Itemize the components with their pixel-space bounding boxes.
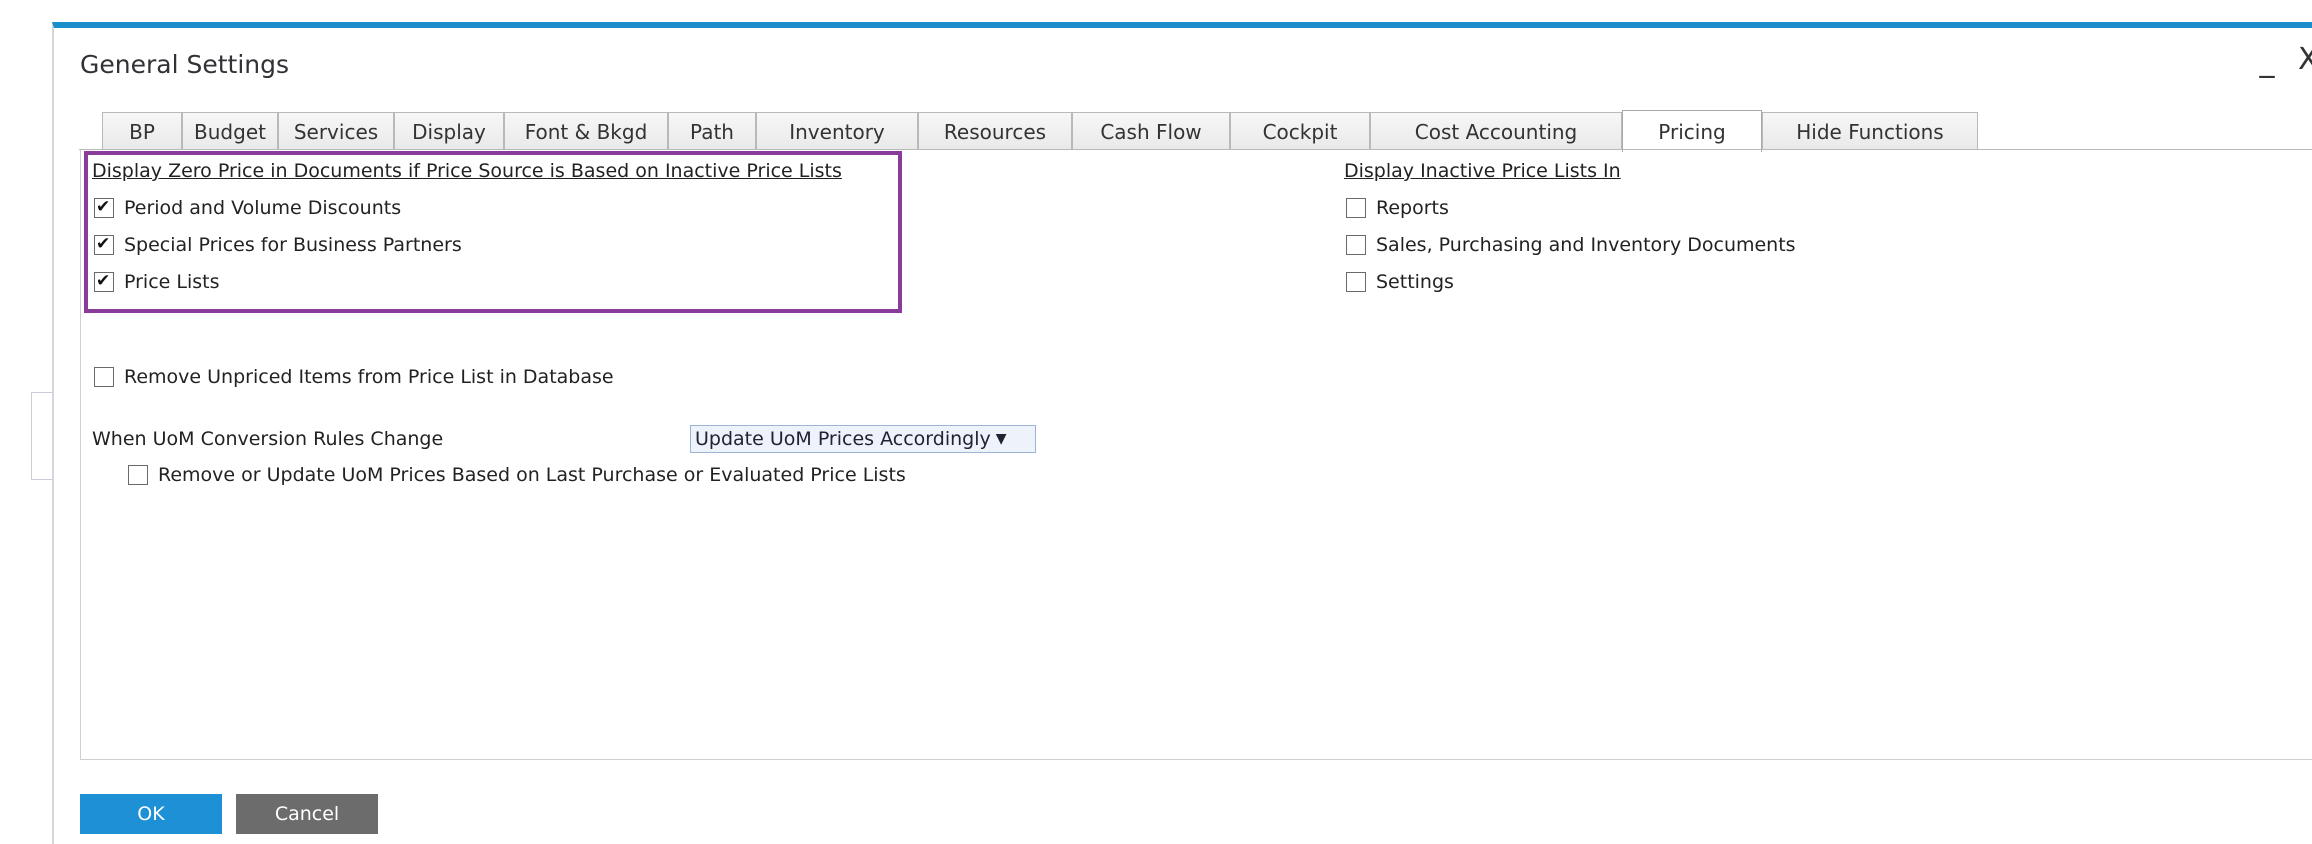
- dropdown-arrow-icon: ▼: [995, 431, 1007, 447]
- checkbox-unchecked[interactable]: [94, 367, 114, 387]
- checkbox-label: Remove or Update UoM Prices Based on Las…: [158, 464, 906, 486]
- tab-pricing[interactable]: Pricing: [1622, 110, 1762, 152]
- uom-rules-dropdown[interactable]: Update UoM Prices Accordingly ▼: [690, 425, 1036, 453]
- tab-bp[interactable]: BP: [102, 112, 182, 150]
- period-volume-discounts-checkbox[interactable]: Period and Volume Discounts: [94, 197, 401, 219]
- tab-path[interactable]: Path: [668, 112, 756, 150]
- checkbox-unchecked[interactable]: [1346, 235, 1366, 255]
- minimize-icon[interactable]: _: [2250, 44, 2284, 79]
- background-window-edge: [31, 392, 52, 480]
- remove-unpriced-items-checkbox[interactable]: Remove Unpriced Items from Price List in…: [94, 366, 614, 388]
- window-title: General Settings: [80, 50, 290, 79]
- checkbox-unchecked[interactable]: [1346, 198, 1366, 218]
- tab-cockpit[interactable]: Cockpit: [1230, 112, 1370, 150]
- tab-budget[interactable]: Budget: [182, 112, 278, 150]
- tab-cost-accounting[interactable]: Cost Accounting: [1370, 112, 1622, 150]
- remove-or-update-uom-prices-checkbox[interactable]: Remove or Update UoM Prices Based on Las…: [128, 464, 906, 486]
- tab-services[interactable]: Services: [278, 112, 394, 150]
- checkbox-label: Special Prices for Business Partners: [124, 234, 462, 256]
- checkbox-label: Period and Volume Discounts: [124, 197, 402, 219]
- tab-font-bkgd[interactable]: Font & Bkgd: [504, 112, 668, 150]
- tab-inventory[interactable]: Inventory: [756, 112, 918, 150]
- special-prices-bp-checkbox[interactable]: Special Prices for Business Partners: [94, 234, 462, 256]
- settings-checkbox[interactable]: Settings: [1346, 271, 1454, 293]
- dropdown-value: Update UoM Prices Accordingly: [695, 428, 991, 450]
- checkbox-checked[interactable]: [94, 272, 114, 292]
- zero-price-group-title: Display Zero Price in Documents if Price…: [92, 160, 842, 182]
- general-settings-window: General Settings _ X BP Budget Services …: [52, 22, 2312, 844]
- uom-rules-label: When UoM Conversion Rules Change: [92, 428, 444, 450]
- checkbox-label: Settings: [1376, 271, 1454, 293]
- tab-resources[interactable]: Resources: [918, 112, 1072, 150]
- checkbox-unchecked[interactable]: [1346, 272, 1366, 292]
- sales-purchasing-inventory-checkbox[interactable]: Sales, Purchasing and Inventory Document…: [1346, 234, 1796, 256]
- cancel-button[interactable]: Cancel: [236, 794, 378, 834]
- checkbox-checked[interactable]: [94, 198, 114, 218]
- checkbox-label: Remove Unpriced Items from Price List in…: [124, 366, 614, 388]
- checkbox-label: Sales, Purchasing and Inventory Document…: [1376, 234, 1796, 256]
- reports-checkbox[interactable]: Reports: [1346, 197, 1449, 219]
- tab-hide-functions[interactable]: Hide Functions: [1762, 112, 1978, 150]
- close-icon[interactable]: X: [2298, 42, 2312, 77]
- price-lists-checkbox[interactable]: Price Lists: [94, 271, 220, 293]
- checkbox-label: Reports: [1376, 197, 1449, 219]
- checkbox-checked[interactable]: [94, 235, 114, 255]
- tab-cash-flow[interactable]: Cash Flow: [1072, 112, 1230, 150]
- checkbox-label: Price Lists: [124, 271, 220, 293]
- ok-button[interactable]: OK: [80, 794, 222, 834]
- tab-display[interactable]: Display: [394, 112, 504, 150]
- checkbox-unchecked[interactable]: [128, 465, 148, 485]
- inactive-price-lists-group-title: Display Inactive Price Lists In: [1344, 160, 1621, 182]
